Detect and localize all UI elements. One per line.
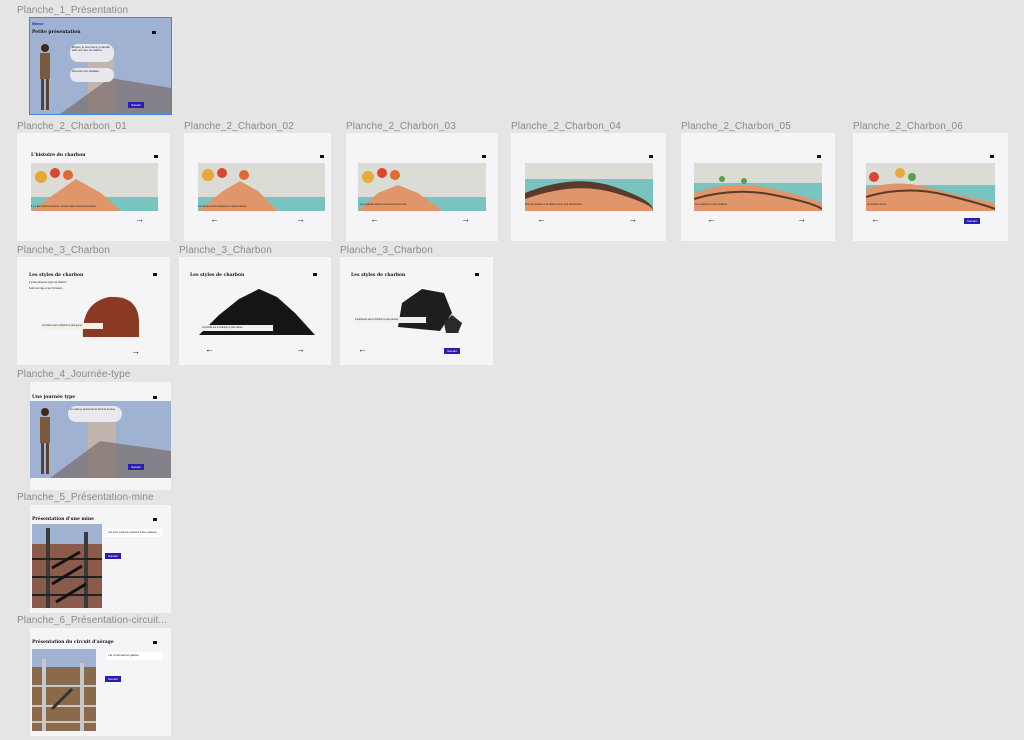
- frame-label[interactable]: Planche_2_Charbon_05: [681, 121, 791, 132]
- frame-label[interactable]: Planche_3_Charbon: [17, 245, 110, 256]
- scene-forest: [198, 163, 325, 211]
- arrow-right-icon[interactable]: →: [296, 215, 305, 224]
- caption: La houille est le charbon le plus utilis…: [201, 325, 273, 332]
- caption: La tourbe est le charbon le plus jeune.: [41, 323, 103, 330]
- anthracite-image: [392, 283, 464, 335]
- caption: L'air circule dans les galeries.: [106, 652, 162, 661]
- miner-figure: [36, 406, 54, 476]
- frame-styles-charbon-2[interactable]: Les styles de charbon La houille est le …: [179, 257, 331, 365]
- frame-title: Petite présentation: [32, 30, 81, 35]
- intro-line: Selon leur âge et leur formation.: [29, 287, 64, 290]
- arrow-left-icon[interactable]: ←: [370, 215, 379, 224]
- next-button[interactable]: Suivant: [128, 102, 145, 108]
- frame-label[interactable]: Planche_2_Charbon_01: [17, 121, 127, 132]
- speech-bubble: Bonjour, je suis mineur, je travaille da…: [70, 44, 114, 62]
- speaker-icon[interactable]: [990, 155, 994, 158]
- frame-charbon-06[interactable]: Le charbon est né. ← Suivant: [853, 133, 1008, 241]
- next-button[interactable]: Suivant: [105, 553, 122, 559]
- peat-image: [79, 293, 141, 337]
- frame-presentation-mine[interactable]: Présentation d'une mine Une mine comport…: [30, 505, 171, 613]
- speaker-icon[interactable]: [153, 396, 157, 399]
- frame-charbon-03[interactable]: Les végétaux étaient recouverts par la b…: [346, 133, 498, 241]
- caption: Sous la pression et la chaleur, ils se s…: [525, 203, 583, 206]
- frame-title: Les styles de charbon: [351, 273, 406, 278]
- arrow-left-icon[interactable]: ←: [210, 215, 219, 224]
- speaker-icon[interactable]: [154, 155, 158, 158]
- speaker-icon[interactable]: [153, 641, 157, 644]
- arrow-right-icon[interactable]: →: [797, 215, 806, 224]
- frame-label[interactable]: Planche_2_Charbon_04: [511, 121, 621, 132]
- arrow-right-icon[interactable]: →: [461, 215, 470, 224]
- frame-styles-charbon-3[interactable]: Les styles de charbon L'anthracite est l…: [340, 257, 493, 365]
- speaker-icon[interactable]: [817, 155, 821, 158]
- mine-diagram: [32, 649, 96, 731]
- speaker-icon[interactable]: [313, 273, 317, 276]
- arrow-right-icon[interactable]: →: [296, 345, 305, 354]
- frame-title: Présentation d'une mine: [32, 517, 95, 522]
- speech-bubble: Le matin je descends au fond de la mine.: [68, 406, 122, 422]
- speaker-icon[interactable]: [649, 155, 653, 158]
- caption: Les arbres morts tombaient et s'accumula…: [198, 205, 247, 208]
- arrow-right-icon[interactable]: →: [131, 347, 140, 356]
- arrow-right-icon[interactable]: →: [628, 215, 637, 224]
- frame-label[interactable]: Planche_3_Charbon: [340, 245, 433, 256]
- arrow-left-icon[interactable]: ←: [707, 215, 716, 224]
- caption: Le charbon est né.: [867, 203, 887, 206]
- frame-charbon-02[interactable]: Les arbres morts tombaient et s'accumula…: [184, 133, 331, 241]
- frame-label[interactable]: Planche_2_Charbon_03: [346, 121, 456, 132]
- speaker-icon[interactable]: [153, 273, 157, 276]
- caption: Une mine comporte plusieurs puits et gal…: [106, 529, 162, 538]
- arrow-left-icon[interactable]: ←: [871, 215, 880, 224]
- next-button[interactable]: Suivant: [105, 676, 122, 682]
- speaker-icon[interactable]: [482, 155, 486, 158]
- frame-title: L'histoire du charbon: [31, 153, 86, 158]
- frame-title: Présentation du circuit d'aérage: [32, 640, 114, 645]
- frame-heading: Mineur: [32, 22, 44, 26]
- frame-label[interactable]: Planche_6_Présentation-circuit...: [17, 615, 167, 626]
- frame-label[interactable]: Planche_5_Présentation-mine: [17, 492, 154, 503]
- frame-label[interactable]: Planche_4_Journée-type: [17, 369, 130, 380]
- caption: L'anthracite est le charbon le plus anci…: [354, 317, 426, 324]
- frame-styles-charbon-1[interactable]: Les styles de charbon Il existe plusieur…: [17, 257, 170, 365]
- frame-label[interactable]: Planche_2_Charbon_06: [853, 121, 963, 132]
- mine-diagram: [32, 524, 102, 608]
- frame-title: Les styles de charbon: [29, 273, 84, 278]
- frame-charbon-01[interactable]: L'histoire du charbon Il y a des million…: [17, 133, 170, 241]
- speaker-icon[interactable]: [320, 155, 324, 158]
- frame-charbon-05[interactable]: Les couches se sont empilées. ← →: [681, 133, 835, 241]
- speaker-icon[interactable]: [152, 31, 156, 34]
- frame-charbon-04[interactable]: Sous la pression et la chaleur, ils se s…: [511, 133, 666, 241]
- frame-label[interactable]: Planche_2_Charbon_02: [184, 121, 294, 132]
- frame-presentation[interactable]: Mineur Petite présentation Bonjour, je s…: [29, 17, 172, 115]
- arrow-left-icon[interactable]: ←: [537, 215, 546, 224]
- speech-bubble: Découvre mon quotidien.: [70, 68, 114, 82]
- frame-journee-type[interactable]: Une journée type Le matin je descends au…: [30, 382, 171, 490]
- intro-line: Il existe plusieurs types de charbon.: [29, 281, 68, 284]
- scene-forest: [31, 163, 158, 211]
- speaker-icon[interactable]: [153, 518, 157, 521]
- frame-label[interactable]: Planche_3_Charbon: [179, 245, 272, 256]
- caption: Les couches se sont empilées.: [695, 203, 728, 206]
- next-button[interactable]: Suivant: [444, 348, 461, 354]
- arrow-left-icon[interactable]: ←: [205, 345, 214, 354]
- frame-title: Une journée type: [32, 395, 76, 400]
- caption: Les végétaux étaient recouverts par la b…: [360, 203, 408, 206]
- speaker-icon[interactable]: [475, 273, 479, 276]
- miner-figure: [36, 42, 54, 112]
- frame-circuit-aerage[interactable]: Présentation du circuit d'aérage L'air c…: [30, 628, 171, 736]
- arrow-left-icon[interactable]: ←: [358, 345, 367, 354]
- arrow-right-icon[interactable]: →: [135, 215, 144, 224]
- frame-label[interactable]: Planche_1_Présentation: [17, 5, 128, 16]
- next-button[interactable]: Suivant: [964, 218, 981, 224]
- next-button[interactable]: Suivant: [128, 464, 145, 470]
- caption: Il y a des millions d'années, la Terre é…: [31, 205, 97, 208]
- frame-title: Les styles de charbon: [190, 273, 245, 278]
